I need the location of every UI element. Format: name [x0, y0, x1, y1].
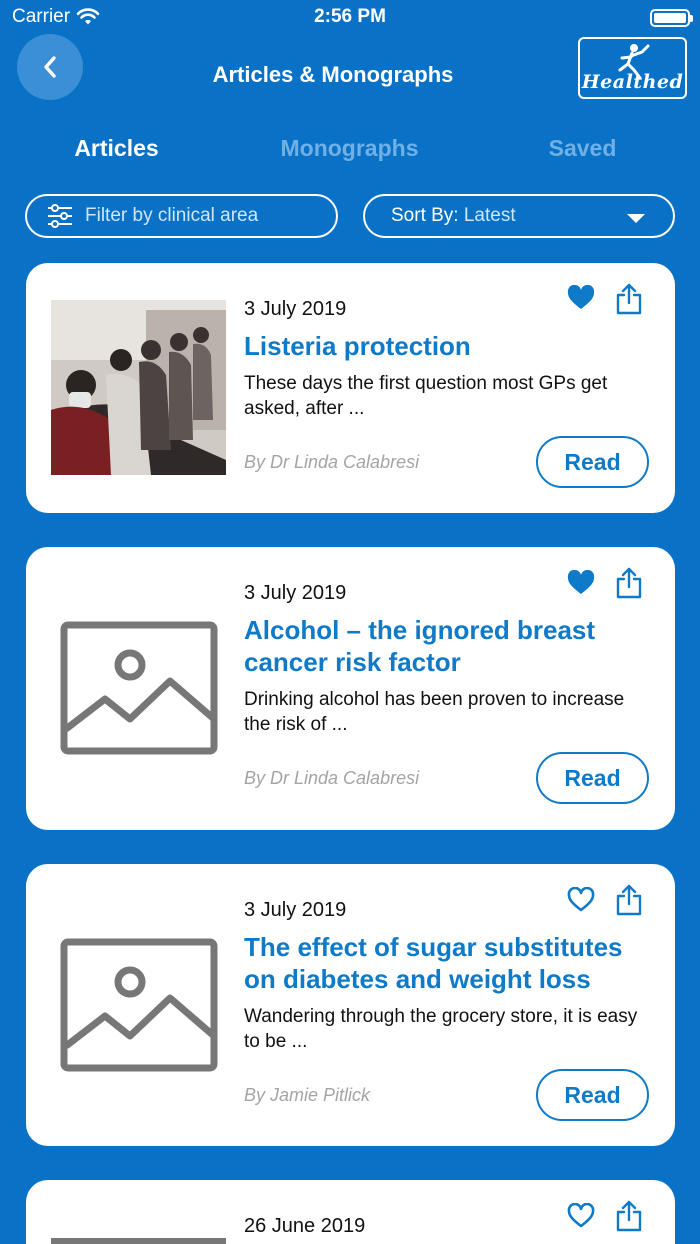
image-placeholder-icon: [51, 938, 226, 1072]
heart-icon[interactable]: [567, 570, 595, 596]
heart-outline-icon[interactable]: [567, 887, 595, 913]
battery-icon: [650, 9, 693, 27]
article-date: 3 July 2019: [244, 298, 347, 320]
heart-outline-icon[interactable]: [567, 1203, 595, 1229]
sliders-icon: [48, 204, 72, 228]
filter-placeholder: Filter by clinical area: [85, 205, 259, 226]
article-card[interactable]: 3 July 2019 The effect of sugar substitu…: [26, 864, 675, 1146]
status-bar: Carrier 2:56 PM: [0, 0, 700, 36]
read-button[interactable]: Read: [536, 436, 649, 488]
article-excerpt: These days the first question most GPs g…: [244, 373, 608, 419]
share-icon[interactable]: [616, 1200, 642, 1232]
tab-monographs[interactable]: Monographs: [233, 135, 466, 162]
heart-icon[interactable]: [567, 285, 595, 311]
image-placeholder-icon: [51, 1238, 226, 1244]
page-title: Articles & Monographs: [212, 62, 454, 87]
article-excerpt: Wandering through the grocery store, it …: [244, 1006, 638, 1052]
tab-saved[interactable]: Saved: [466, 135, 699, 162]
runner-figure-icon: [618, 44, 650, 80]
caret-down-icon: [627, 214, 645, 223]
article-author: By Jamie Pitlick: [244, 1085, 371, 1105]
tab-articles[interactable]: Articles: [0, 135, 233, 162]
share-icon[interactable]: [616, 884, 642, 916]
read-button[interactable]: Read: [536, 1069, 649, 1121]
article-author: By Dr Linda Calabresi: [244, 768, 420, 788]
article-photo: [51, 300, 226, 475]
article-date: 3 July 2019: [244, 582, 347, 604]
article-card[interactable]: 3 July 2019 Alcohol – the ignored breast…: [26, 547, 675, 830]
sort-value: Latest: [463, 205, 516, 226]
article-title[interactable]: The effect of sugar substitutes on diabe…: [244, 931, 654, 995]
article-date: 3 July 2019: [244, 899, 347, 921]
sort-dropdown[interactable]: Sort By: Latest: [363, 194, 675, 238]
status-time: 2:56 PM: [314, 6, 386, 27]
article-author: By Dr Linda Calabresi: [244, 452, 420, 472]
article-card[interactable]: 26 June 2019: [26, 1180, 675, 1244]
article-card[interactable]: 3 July 2019 Listeria protection These da…: [26, 263, 675, 513]
article-date: 26 June 2019: [244, 1215, 366, 1237]
tab-bar: Articles Monographs Saved: [0, 135, 700, 165]
image-placeholder-icon: [51, 621, 226, 755]
share-icon[interactable]: [616, 567, 642, 599]
article-title[interactable]: Alcohol – the ignored breast cancer risk…: [244, 614, 654, 678]
sort-label: Sort By:: [391, 205, 459, 226]
article-excerpt: Drinking alcohol has been proven to incr…: [244, 689, 625, 735]
share-icon[interactable]: [616, 283, 642, 315]
article-title[interactable]: Listeria protection: [244, 330, 654, 362]
read-button[interactable]: Read: [536, 752, 649, 804]
filter-clinical-area[interactable]: Filter by clinical area: [25, 194, 338, 238]
healthed-logo[interactable]: Healthed: [578, 37, 687, 99]
